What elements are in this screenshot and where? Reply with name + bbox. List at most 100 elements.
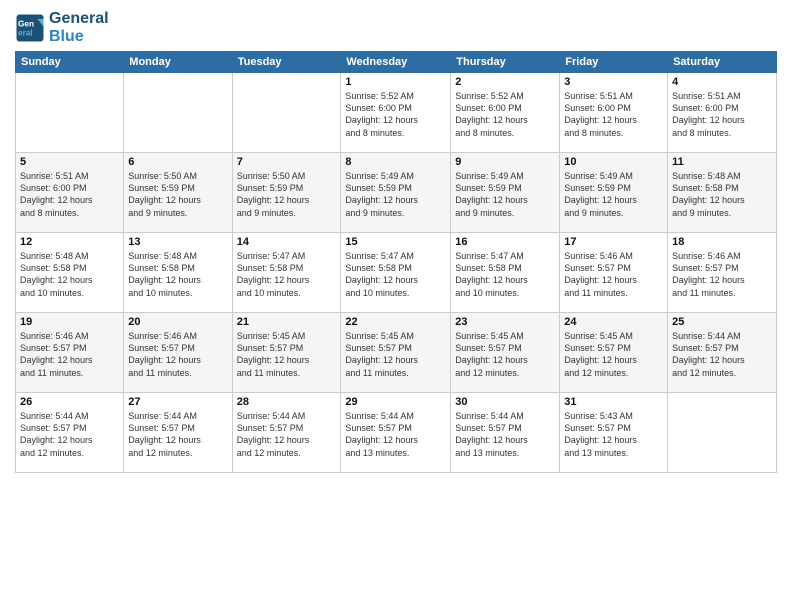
day-number: 24 <box>564 316 663 328</box>
day-info: Sunrise: 5:52 AM Sunset: 6:00 PM Dayligh… <box>455 90 555 139</box>
day-info: Sunrise: 5:49 AM Sunset: 5:59 PM Dayligh… <box>455 170 555 219</box>
day-info: Sunrise: 5:47 AM Sunset: 5:58 PM Dayligh… <box>345 250 446 299</box>
logo: Gen eral General Blue <box>15 10 109 45</box>
calendar-cell: 7Sunrise: 5:50 AM Sunset: 5:59 PM Daylig… <box>232 153 341 233</box>
calendar-cell: 10 Sunrise: 5:49 AM Sunset: 5:59 PM Dayli… <box>560 153 668 233</box>
day-info: Sunrise: 5:50 AM Sunset: 5:59 PM Dayligh… <box>128 170 227 219</box>
day-info: Sunrise: 5:51 AM Sunset: 6:00 PM Dayligh… <box>672 90 772 139</box>
day-info: Sunrise: 5:47 AM Sunset: 5:58 PM Dayligh… <box>455 250 555 299</box>
header: Gen eral General Blue <box>15 10 777 45</box>
calendar-week-row: 12 Sunrise: 5:48 AM Sunset: 5:58 PM Dayli… <box>16 233 777 313</box>
day-number: 29 <box>345 396 446 408</box>
calendar-week-row: 5 Sunrise: 5:51 AM Sunset: 6:00 PM Daylig… <box>16 153 777 233</box>
day-number: 19 <box>20 316 119 328</box>
day-number: 18 <box>672 236 772 248</box>
day-number: 7 <box>237 156 337 168</box>
day-number: 30 <box>455 396 555 408</box>
calendar-cell: 20Sunrise: 5:46 AM Sunset: 5:57 PM Dayli… <box>124 313 232 393</box>
day-info: Sunrise: 5:48 AM Sunset: 5:58 PM Dayligh… <box>672 170 772 219</box>
calendar-cell: 14Sunrise: 5:47 AM Sunset: 5:58 PM Dayli… <box>232 233 341 313</box>
calendar-cell: 29 Sunrise: 5:44 AM Sunset: 5:57 PM Dayli… <box>341 393 451 473</box>
calendar-cell: 30 Sunrise: 5:44 AM Sunset: 5:57 PM Dayli… <box>451 393 560 473</box>
calendar-cell <box>668 393 777 473</box>
header-sunday: Sunday <box>16 52 124 73</box>
day-number: 11 <box>672 156 772 168</box>
calendar-cell: 15 Sunrise: 5:47 AM Sunset: 5:58 PM Dayli… <box>341 233 451 313</box>
header-friday: Friday <box>560 52 668 73</box>
day-number: 15 <box>345 236 446 248</box>
calendar-cell: 8 Sunrise: 5:49 AM Sunset: 5:59 PM Daylig… <box>341 153 451 233</box>
day-number: 31 <box>564 396 663 408</box>
day-number: 14 <box>237 236 337 248</box>
day-number: 25 <box>672 316 772 328</box>
days-header-row: Sunday Monday Tuesday Wednesday Thursday… <box>16 52 777 73</box>
header-tuesday: Tuesday <box>232 52 341 73</box>
day-info: Sunrise: 5:45 AM Sunset: 5:57 PM Dayligh… <box>345 330 446 379</box>
day-number: 27 <box>128 396 227 408</box>
day-info: Sunrise: 5:45 AM Sunset: 5:57 PM Dayligh… <box>564 330 663 379</box>
day-number: 2 <box>455 76 555 88</box>
calendar-cell: 16 Sunrise: 5:47 AM Sunset: 5:58 PM Dayli… <box>451 233 560 313</box>
day-info: Sunrise: 5:51 AM Sunset: 6:00 PM Dayligh… <box>564 90 663 139</box>
calendar-cell: 31 Sunrise: 5:43 AM Sunset: 5:57 PM Dayli… <box>560 393 668 473</box>
calendar-table: Sunday Monday Tuesday Wednesday Thursday… <box>15 51 777 473</box>
day-number: 16 <box>455 236 555 248</box>
calendar-cell <box>124 73 232 153</box>
day-number: 1 <box>345 76 446 88</box>
calendar-cell: 28 Sunrise: 5:44 AM Sunset: 5:57 PM Dayli… <box>232 393 341 473</box>
day-info: Sunrise: 5:43 AM Sunset: 5:57 PM Dayligh… <box>564 410 663 459</box>
header-wednesday: Wednesday <box>341 52 451 73</box>
header-saturday: Saturday <box>668 52 777 73</box>
day-info: Sunrise: 5:44 AM Sunset: 5:57 PM Dayligh… <box>20 410 119 459</box>
calendar-cell: 6 Sunrise: 5:50 AM Sunset: 5:59 PM Daylig… <box>124 153 232 233</box>
day-info: Sunrise: 5:46 AM Sunset: 5:57 PM Dayligh… <box>672 250 772 299</box>
calendar-cell <box>16 73 124 153</box>
day-info: Sunrise: 5:44 AM Sunset: 5:57 PM Dayligh… <box>455 410 555 459</box>
day-number: 5 <box>20 156 119 168</box>
day-number: 8 <box>345 156 446 168</box>
calendar-cell: 1 Sunrise: 5:52 AM Sunset: 6:00 PM Daylig… <box>341 73 451 153</box>
day-number: 23 <box>455 316 555 328</box>
calendar-week-row: 1 Sunrise: 5:52 AM Sunset: 6:00 PM Daylig… <box>16 73 777 153</box>
day-info: Sunrise: 5:44 AM Sunset: 5:57 PM Dayligh… <box>345 410 446 459</box>
day-info: Sunrise: 5:45 AM Sunset: 5:57 PM Dayligh… <box>455 330 555 379</box>
calendar-cell: 4 Sunrise: 5:51 AM Sunset: 6:00 PM Daylig… <box>668 73 777 153</box>
day-info: Sunrise: 5:44 AM Sunset: 5:57 PM Dayligh… <box>128 410 227 459</box>
day-number: 22 <box>345 316 446 328</box>
calendar-cell: 11 Sunrise: 5:48 AM Sunset: 5:58 PM Dayli… <box>668 153 777 233</box>
calendar-cell: 24 Sunrise: 5:45 AM Sunset: 5:57 PM Dayli… <box>560 313 668 393</box>
calendar-cell: 9 Sunrise: 5:49 AM Sunset: 5:59 PM Daylig… <box>451 153 560 233</box>
day-number: 21 <box>237 316 337 328</box>
day-info: Sunrise: 5:48 AM Sunset: 5:58 PM Dayligh… <box>20 250 119 299</box>
day-info: Sunrise: 5:52 AM Sunset: 6:00 PM Dayligh… <box>345 90 446 139</box>
day-info: Sunrise: 5:48 AM Sunset: 5:58 PM Dayligh… <box>128 250 227 299</box>
calendar-week-row: 26 Sunrise: 5:44 AM Sunset: 5:57 PM Dayli… <box>16 393 777 473</box>
calendar-cell: 27 Sunrise: 5:44 AM Sunset: 5:57 PM Dayli… <box>124 393 232 473</box>
logo-icon: Gen eral <box>15 13 45 43</box>
day-number: 3 <box>564 76 663 88</box>
day-number: 10 <box>564 156 663 168</box>
day-number: 4 <box>672 76 772 88</box>
day-number: 12 <box>20 236 119 248</box>
day-info: Sunrise: 5:46 AM Sunset: 5:57 PM Dayligh… <box>564 250 663 299</box>
day-info: Sunrise: 5:44 AM Sunset: 5:57 PM Dayligh… <box>672 330 772 379</box>
calendar-cell: 22 Sunrise: 5:45 AM Sunset: 5:57 PM Dayli… <box>341 313 451 393</box>
day-info: Sunrise: 5:49 AM Sunset: 5:59 PM Dayligh… <box>564 170 663 219</box>
day-info: Sunrise: 5:51 AM Sunset: 6:00 PM Dayligh… <box>20 170 119 219</box>
day-number: 28 <box>237 396 337 408</box>
logo-text: General Blue <box>49 10 109 45</box>
day-number: 9 <box>455 156 555 168</box>
calendar-cell: 13Sunrise: 5:48 AM Sunset: 5:58 PM Dayli… <box>124 233 232 313</box>
calendar-cell <box>232 73 341 153</box>
calendar-cell: 26 Sunrise: 5:44 AM Sunset: 5:57 PM Dayli… <box>16 393 124 473</box>
day-info: Sunrise: 5:44 AM Sunset: 5:57 PM Dayligh… <box>237 410 337 459</box>
day-info: Sunrise: 5:46 AM Sunset: 5:57 PM Dayligh… <box>20 330 119 379</box>
calendar-cell: 23 Sunrise: 5:45 AM Sunset: 5:57 PM Dayli… <box>451 313 560 393</box>
calendar-page: Gen eral General Blue Sunday Monday Tues… <box>0 0 792 612</box>
day-number: 6 <box>128 156 227 168</box>
day-info: Sunrise: 5:46 AM Sunset: 5:57 PM Dayligh… <box>128 330 227 379</box>
day-info: Sunrise: 5:49 AM Sunset: 5:59 PM Dayligh… <box>345 170 446 219</box>
day-number: 26 <box>20 396 119 408</box>
day-info: Sunrise: 5:45 AM Sunset: 5:57 PM Dayligh… <box>237 330 337 379</box>
header-monday: Monday <box>124 52 232 73</box>
